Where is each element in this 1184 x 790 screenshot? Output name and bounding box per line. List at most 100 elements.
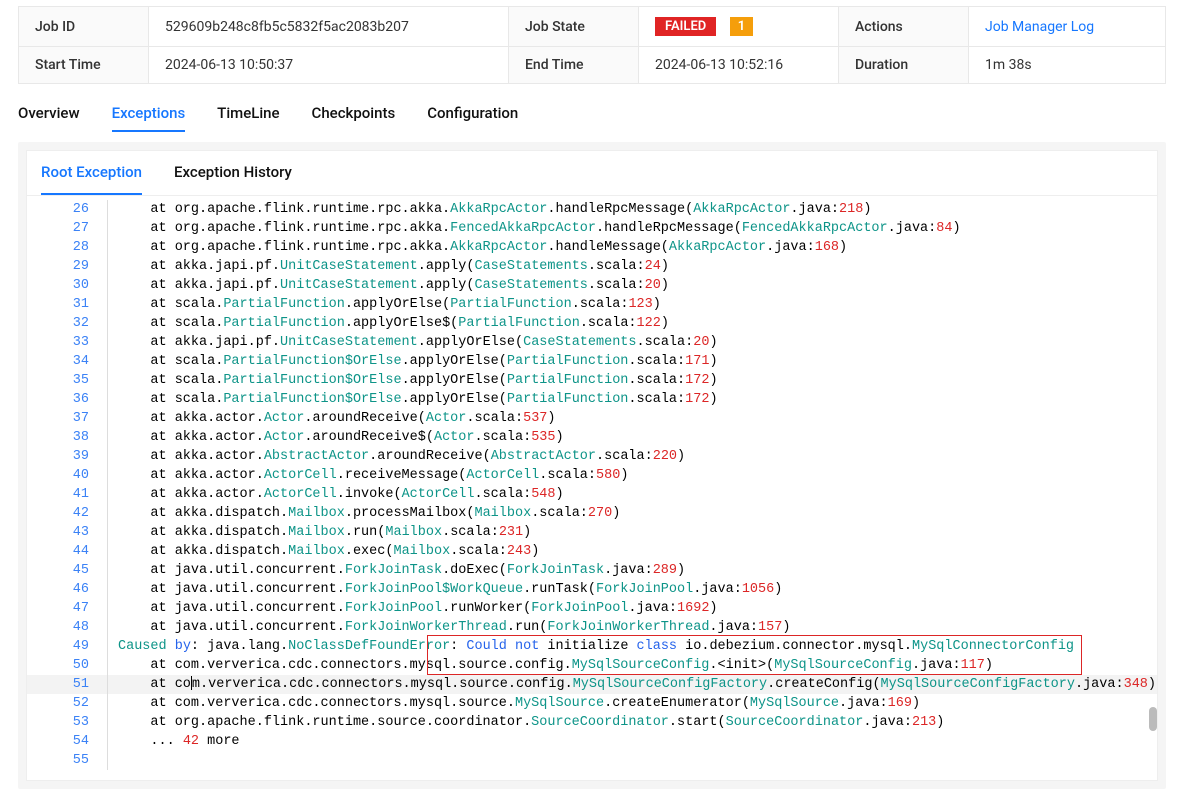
code-line[interactable]: 53 at org.apache.flink.runtime.source.co… (27, 713, 1157, 732)
code-line[interactable]: 36 at scala.PartialFunction$OrElse.apply… (27, 390, 1157, 409)
line-number: 43 (27, 523, 107, 542)
line-number: 33 (27, 333, 107, 352)
code-content: at scala.PartialFunction$OrElse.applyOrE… (118, 352, 1157, 371)
code-content: at org.apache.flink.runtime.rpc.akka.Akk… (118, 238, 1157, 257)
line-number: 39 (27, 447, 107, 466)
code-line[interactable]: 35 at scala.PartialFunction$OrElse.apply… (27, 371, 1157, 390)
actions-label: Actions (839, 7, 969, 47)
job-id-label: Job ID (19, 7, 149, 47)
code-line[interactable]: 26 at org.apache.flink.runtime.rpc.akka.… (27, 200, 1157, 219)
code-line[interactable]: 42 at akka.dispatch.Mailbox.processMailb… (27, 504, 1157, 523)
line-number: 40 (27, 466, 107, 485)
subtab-root-exception[interactable]: Root Exception (41, 163, 142, 195)
actions-value: Job Manager Log (969, 7, 1166, 47)
code-line[interactable]: 48 at java.util.concurrent.ForkJoinWorke… (27, 618, 1157, 637)
line-number: 28 (27, 238, 107, 257)
code-content: at scala.PartialFunction.applyOrElse(Par… (118, 295, 1157, 314)
job-id-value: 529609b248c8fb5c5832f5ac2083b207 (149, 7, 509, 47)
code-content: at akka.actor.ActorCell.invoke(ActorCell… (118, 485, 1157, 504)
tab-configuration[interactable]: Configuration (427, 104, 518, 132)
code-content: at akka.actor.Actor.aroundReceive$(Actor… (118, 428, 1157, 447)
tab-exceptions[interactable]: Exceptions (112, 104, 186, 132)
code-line[interactable]: 47 at java.util.concurrent.ForkJoinPool.… (27, 599, 1157, 618)
code-content: at scala.PartialFunction.applyOrElse$(Pa… (118, 314, 1157, 333)
code-content: at java.util.concurrent.ForkJoinPool.run… (118, 599, 1157, 618)
code-line[interactable]: 51 at com.ververica.cdc.connectors.mysql… (27, 675, 1157, 694)
code-line[interactable]: 32 at scala.PartialFunction.applyOrElse$… (27, 314, 1157, 333)
line-number: 29 (27, 257, 107, 276)
line-number: 48 (27, 618, 107, 637)
code-line[interactable]: 43 at akka.dispatch.Mailbox.run(Mailbox.… (27, 523, 1157, 542)
line-number: 31 (27, 295, 107, 314)
line-number: 54 (27, 732, 107, 751)
code-line[interactable]: 30 at akka.japi.pf.UnitCaseStatement.app… (27, 276, 1157, 295)
tab-checkpoints[interactable]: Checkpoints (312, 104, 396, 132)
code-content: at akka.japi.pf.UnitCaseStatement.apply(… (118, 276, 1157, 295)
code-content: Caused by: java.lang.NoClassDefFoundErro… (118, 637, 1157, 656)
code-line[interactable]: 37 at akka.actor.Actor.aroundReceive(Act… (27, 409, 1157, 428)
code-content: at scala.PartialFunction$OrElse.applyOrE… (118, 371, 1157, 390)
line-number: 46 (27, 580, 107, 599)
tab-timeline[interactable]: TimeLine (217, 104, 279, 132)
code-line[interactable]: 54 ... 42 more (27, 732, 1157, 751)
line-number: 49 (27, 637, 107, 656)
code-content: at com.ververica.cdc.connectors.mysql.so… (118, 675, 1157, 694)
line-number: 37 (27, 409, 107, 428)
code-content: at akka.japi.pf.UnitCaseStatement.applyO… (118, 333, 1157, 352)
code-content: at akka.dispatch.Mailbox.exec(Mailbox.sc… (118, 542, 1157, 561)
code-content: at akka.dispatch.Mailbox.processMailbox(… (118, 504, 1157, 523)
code-line[interactable]: 52 at com.ververica.cdc.connectors.mysql… (27, 694, 1157, 713)
start-time-value: 2024-06-13 10:50:37 (149, 47, 509, 84)
code-line[interactable]: 49 Caused by: java.lang.NoClassDefFoundEr… (27, 637, 1157, 656)
line-number: 34 (27, 352, 107, 371)
duration-label: Duration (839, 47, 969, 84)
line-number: 51 (27, 675, 107, 694)
line-number: 42 (27, 504, 107, 523)
end-time-value: 2024-06-13 10:52:16 (639, 47, 839, 84)
code-content: at java.util.concurrent.ForkJoinWorkerTh… (118, 618, 1157, 637)
code-content: at akka.actor.AbstractActor.aroundReceiv… (118, 447, 1157, 466)
code-line[interactable]: 40 at akka.actor.ActorCell.receiveMessag… (27, 466, 1157, 485)
line-number: 36 (27, 390, 107, 409)
code-line[interactable]: 46 at java.util.concurrent.ForkJoinPool$… (27, 580, 1157, 599)
line-number: 53 (27, 713, 107, 732)
code-line[interactable]: 41 at akka.actor.ActorCell.invoke(ActorC… (27, 485, 1157, 504)
code-content: at com.ververica.cdc.connectors.mysql.so… (118, 694, 1157, 713)
code-line[interactable]: 34 at scala.PartialFunction$OrElse.apply… (27, 352, 1157, 371)
tab-overview[interactable]: Overview (18, 104, 80, 132)
end-time-label: End Time (509, 47, 639, 84)
line-number: 38 (27, 428, 107, 447)
code-line[interactable]: 28 at org.apache.flink.runtime.rpc.akka.… (27, 238, 1157, 257)
code-content: ... 42 more (118, 732, 1157, 751)
fail-count-badge: 1 (730, 17, 753, 36)
code-line[interactable]: 39 at akka.actor.AbstractActor.aroundRec… (27, 447, 1157, 466)
scrollbar-thumb[interactable] (1149, 707, 1157, 731)
code-line[interactable]: 44 at akka.dispatch.Mailbox.exec(Mailbox… (27, 542, 1157, 561)
stack-trace-viewer[interactable]: 26 at org.apache.flink.runtime.rpc.akka.… (27, 196, 1157, 780)
code-line[interactable]: 45 at java.util.concurrent.ForkJoinTask.… (27, 561, 1157, 580)
duration-value: 1m 38s (969, 47, 1166, 84)
line-number: 26 (27, 200, 107, 219)
code-content: at scala.PartialFunction$OrElse.applyOrE… (118, 390, 1157, 409)
line-number: 47 (27, 599, 107, 618)
code-content: at akka.japi.pf.UnitCaseStatement.apply(… (118, 257, 1157, 276)
code-line[interactable]: 33 at akka.japi.pf.UnitCaseStatement.app… (27, 333, 1157, 352)
line-number: 50 (27, 656, 107, 675)
code-line[interactable]: 29 at akka.japi.pf.UnitCaseStatement.app… (27, 257, 1157, 276)
code-line[interactable]: 38 at akka.actor.Actor.aroundReceive$(Ac… (27, 428, 1157, 447)
code-line[interactable]: 31 at scala.PartialFunction.applyOrElse(… (27, 295, 1157, 314)
code-line[interactable]: 27 at org.apache.flink.runtime.rpc.akka.… (27, 219, 1157, 238)
exception-subtabs: Root Exception Exception History (27, 151, 1157, 196)
code-content: at akka.actor.ActorCell.receiveMessage(A… (118, 466, 1157, 485)
start-time-label: Start Time (19, 47, 149, 84)
code-line[interactable]: 50 at com.ververica.cdc.connectors.mysql… (27, 656, 1157, 675)
job-manager-log-link[interactable]: Job Manager Log (985, 19, 1094, 35)
subtab-exception-history[interactable]: Exception History (174, 163, 292, 195)
job-state-value: FAILED 1 (639, 7, 839, 47)
failed-badge: FAILED (655, 17, 716, 36)
line-number: 41 (27, 485, 107, 504)
code-content: at org.apache.flink.runtime.source.coord… (118, 713, 1157, 732)
line-number: 30 (27, 276, 107, 295)
code-line[interactable]: 55 (27, 751, 1157, 770)
code-content (118, 751, 1157, 770)
